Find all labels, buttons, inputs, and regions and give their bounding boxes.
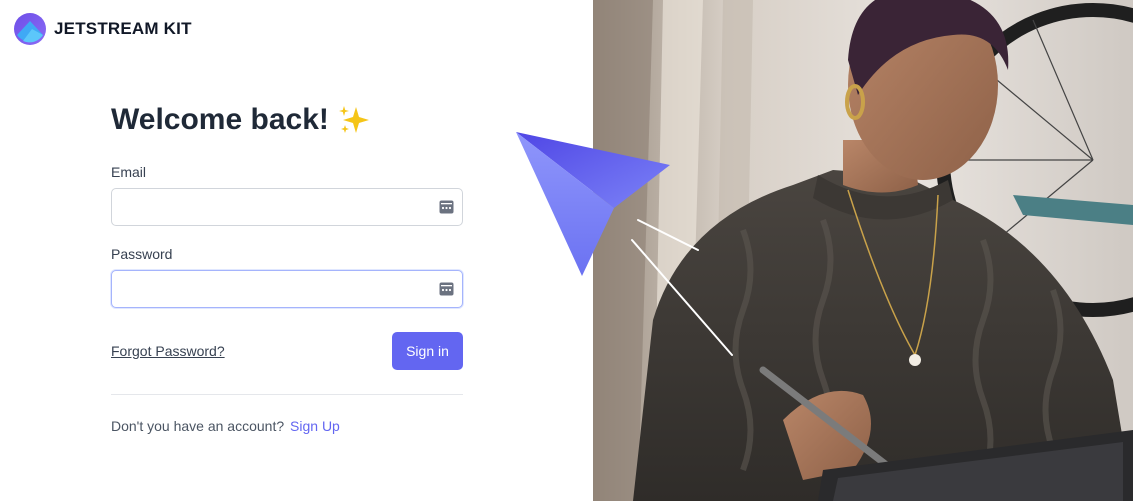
password-manager-icon[interactable] [439,200,454,214]
signup-row: Don't you have an account? Sign Up [111,418,463,434]
jetstream-logo-icon [14,13,46,45]
brand[interactable]: JETSTREAM KIT [14,13,192,45]
signup-prompt: Don't you have an account? [111,418,285,434]
password-manager-icon[interactable] [439,282,454,296]
password-field-box [111,270,463,308]
password-field[interactable] [112,271,462,307]
sign-up-link[interactable]: Sign Up [290,418,340,434]
email-field[interactable] [112,189,462,225]
form-actions: Forgot Password? Sign in [111,332,463,370]
brand-name: JETSTREAM KIT [54,19,192,38]
divider [111,394,463,395]
page-title: Welcome back! [111,100,463,140]
title-text: Welcome back! [111,103,329,136]
email-field-box [111,188,463,226]
sparkles-icon [338,106,369,133]
motion-lines [631,219,733,356]
password-label: Password [111,246,173,262]
login-form: Welcome back! Email Password Forgot Pass [111,100,463,434]
forgot-password-link[interactable]: Forgot Password? [111,343,225,359]
email-label: Email [111,164,147,180]
sign-in-button[interactable]: Sign in [392,332,463,370]
